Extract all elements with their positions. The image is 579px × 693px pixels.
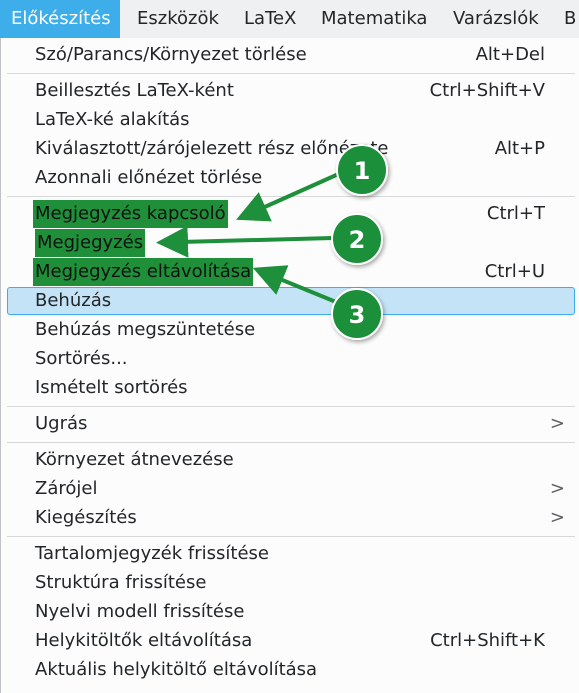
menu-item-rename-environment[interactable]: Környezet átnevezése — [7, 446, 575, 474]
menu-item-label: Környezet átnevezése — [35, 449, 234, 470]
menu-separator — [7, 196, 575, 197]
menu-item-bracket[interactable]: Zárójel > — [7, 475, 575, 503]
menu-item-label: Tartalomjegyzék frissítése — [35, 543, 269, 564]
menu-item-remove-placeholders[interactable]: Helykitöltők eltávolítása Ctrl+Shift+K — [7, 627, 575, 655]
menu-item-label: Megjegyzés kapcsoló — [33, 200, 228, 228]
menubar-item-latex[interactable]: LaTeX — [244, 0, 296, 38]
menu-item-shortcut: Ctrl+Shift+V — [429, 80, 545, 101]
menubar-item-b[interactable]: B — [564, 0, 576, 38]
menu-item-refresh-structure[interactable]: Struktúra frissítése — [7, 569, 575, 597]
menu-item-paste-as-latex[interactable]: Beillesztés LaTeX-ként Ctrl+Shift+V — [7, 77, 575, 105]
menu-item-clear-live-preview[interactable]: Azonnali előnézet törlése — [7, 164, 575, 192]
menu-separator — [7, 406, 575, 407]
menu-item-label: Megjegyzés eltávolítása — [33, 258, 254, 286]
menu-item-uncomment[interactable]: Megjegyzés eltávolítása Ctrl+U — [7, 258, 575, 286]
menu-item-comment[interactable]: Megjegyzés — [7, 229, 575, 257]
menu-item-label: Aktuális helykitöltő eltávolítása — [35, 659, 318, 680]
menu-item-goto[interactable]: Ugrás > — [7, 410, 575, 438]
menu-item-toggle-comment[interactable]: Megjegyzés kapcsoló Ctrl+T — [7, 200, 575, 228]
menu-item-refresh-toc[interactable]: Tartalomjegyzék frissítése — [7, 540, 575, 568]
menu-item-label: Zárójel — [35, 478, 98, 499]
menu-item-repeat-hard-wrap[interactable]: Ismételt sortörés — [7, 374, 575, 402]
menu-item-preview-selection[interactable]: Kiválasztott/zárójelezett rész előnézete… — [7, 135, 575, 163]
menu-item-shortcut: Ctrl+U — [484, 261, 545, 282]
menu-item-shortcut: Ctrl+T — [486, 203, 545, 224]
menu-separator — [7, 73, 575, 74]
menu-item-hard-wrap[interactable]: Sortörés... — [7, 345, 575, 373]
chevron-right-icon: > — [549, 507, 565, 528]
menu-item-label: Struktúra frissítése — [35, 572, 207, 593]
menu-item-label: Kiválasztott/zárójelezett rész előnézete — [35, 138, 389, 159]
menu-item-label: LaTeX-ké alakítás — [35, 109, 190, 130]
menu-item-remove-current-placeholder[interactable]: Aktuális helykitöltő eltávolítása — [7, 656, 575, 684]
menu-item-shortcut: Ctrl+Shift+K — [430, 630, 545, 651]
menu-item-label: Ismételt sortörés — [35, 377, 188, 398]
menu-item-label: Sortörés... — [35, 348, 128, 369]
menu-bar: Előkészítés Eszközök LaTeX Matematika Va… — [0, 0, 579, 39]
menu-item-label: Azonnali előnézet törlése — [35, 167, 263, 188]
menubar-item-elokeszites[interactable]: Előkészítés — [0, 0, 120, 38]
menu-item-indent[interactable]: Behúzás — [7, 287, 575, 315]
menu-item-label: Megjegyzés — [35, 229, 146, 257]
menu-item-complete[interactable]: Kiegészítés > — [7, 504, 575, 532]
menu-item-label: Beillesztés LaTeX-ként — [35, 80, 234, 101]
menu-item-label: Kiegészítés — [35, 507, 137, 528]
menu-item-delete-word[interactable]: Szó/Parancs/Környezet törlése Alt+Del — [7, 41, 575, 69]
menu-item-label: Behúzás — [35, 290, 112, 311]
menu-item-label: Szó/Parancs/Környezet törlése — [35, 44, 307, 65]
menu-item-label: Ugrás — [35, 413, 88, 434]
dropdown-menu: Szó/Parancs/Környezet törlése Alt+Del Be… — [0, 38, 579, 693]
chevron-right-icon: > — [549, 413, 565, 434]
menu-item-unindent[interactable]: Behúzás megszüntetése — [7, 316, 575, 344]
menubar-item-eszkozok[interactable]: Eszközök — [137, 0, 219, 38]
chevron-right-icon: > — [549, 478, 565, 499]
menu-item-label: Helykitöltők eltávolítása — [35, 630, 253, 651]
menu-item-shortcut: Alt+P — [494, 138, 545, 159]
menu-separator — [7, 442, 575, 443]
menu-item-label: Behúzás megszüntetése — [35, 319, 256, 340]
menu-separator — [7, 536, 575, 537]
menubar-item-matematika[interactable]: Matematika — [321, 0, 427, 38]
menu-item-shortcut: Alt+Del — [475, 44, 545, 65]
menu-item-convert-to-latex[interactable]: LaTeX-ké alakítás — [7, 106, 575, 134]
menu-item-refresh-language-model[interactable]: Nyelvi modell frissítése — [7, 598, 575, 626]
menubar-item-varazslok[interactable]: Varázslók — [453, 0, 539, 38]
menu-item-label: Nyelvi modell frissítése — [35, 601, 245, 622]
